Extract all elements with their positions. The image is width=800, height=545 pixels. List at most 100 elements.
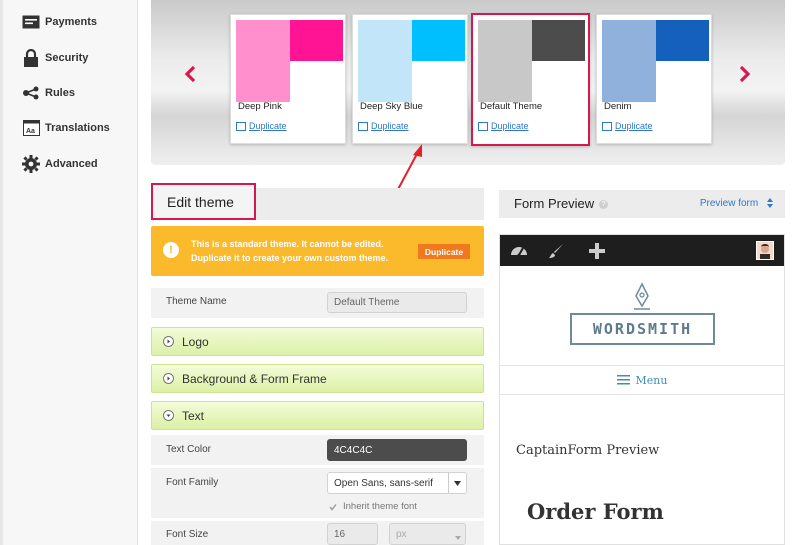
form-title: Order Form [527, 499, 664, 524]
standard-theme-notice: ! This is a standard theme. It cannot be… [151, 226, 484, 276]
duplicate-icon [478, 121, 488, 131]
notice-duplicate-button[interactable]: Duplicate [418, 244, 470, 259]
wp-admin-bar [500, 235, 784, 266]
fountain-pen-icon [634, 282, 650, 310]
section-logo-label: Logo [182, 334, 209, 349]
sidebar-item-label: Rules [45, 87, 75, 99]
chevron-down-icon [448, 473, 466, 493]
theme-name-field[interactable]: Default Theme [327, 292, 467, 313]
brush-icon[interactable] [548, 243, 564, 259]
rules-icon [22, 84, 40, 102]
theme-card-deep-sky-blue[interactable]: Deep Sky Blue Duplicate [352, 14, 468, 144]
section-background[interactable]: Background & Form Frame [151, 364, 484, 393]
theme-swatch [236, 20, 343, 102]
theme-name: Deep Sky Blue [360, 101, 423, 112]
font-size-label: Font Size [166, 529, 209, 540]
hamburger-icon [616, 375, 630, 385]
help-icon[interactable]: ? [599, 200, 609, 210]
duplicate-link[interactable]: Duplicate [602, 121, 653, 131]
sidebar-item-label: Advanced [45, 158, 98, 170]
menu-toggle[interactable]: Menu [500, 365, 784, 395]
svg-text:Aa: Aa [26, 128, 35, 135]
font-family-label: Font Family [166, 477, 219, 488]
preview-form-label: Preview form [699, 198, 759, 209]
duplicate-icon [358, 121, 368, 131]
menu-label: Menu [635, 373, 668, 387]
sidebar-edge [0, 0, 3, 545]
sidebar-item-translations[interactable]: Aa Translations [22, 118, 110, 138]
notice-line-2: Duplicate it to create your own custom t… [191, 253, 389, 263]
duplicate-link[interactable]: Duplicate [358, 121, 409, 131]
sidebar-item-label: Translations [45, 122, 110, 134]
theme-name-row: Theme Name Default Theme [151, 288, 484, 318]
text-color-label: Text Color [166, 444, 212, 455]
plus-icon[interactable] [588, 242, 606, 260]
payments-icon [22, 13, 40, 31]
site-logo: WORDSMITH [570, 313, 715, 345]
duplicate-link[interactable]: Duplicate [236, 121, 287, 131]
duplicate-label: Duplicate [491, 121, 529, 131]
duplicate-icon [602, 121, 612, 131]
font-size-unit-value: px [396, 528, 407, 540]
theme-name: Default Theme [480, 101, 543, 112]
page-root: Payments Security Rules Aa Translations … [0, 0, 800, 545]
check-icon [329, 503, 337, 511]
sidebar: Payments Security Rules Aa Translations … [0, 0, 138, 545]
expand-icon [163, 336, 174, 347]
duplicate-label: Duplicate [615, 121, 653, 131]
duplicate-label: Duplicate [249, 121, 287, 131]
preview-caption: CaptainForm Preview [516, 443, 660, 458]
section-logo[interactable]: Logo [151, 327, 484, 356]
font-family-select[interactable]: Open Sans, sans-serif [327, 472, 467, 494]
expand-icon [163, 373, 174, 384]
text-color-field[interactable]: 4C4C4C [327, 439, 467, 461]
font-size-field[interactable]: 16 [327, 523, 378, 545]
sidebar-item-label: Payments [45, 16, 97, 28]
duplicate-link[interactable]: Duplicate [478, 121, 529, 131]
sidebar-item-payments[interactable]: Payments [22, 12, 97, 32]
theme-card-deep-pink[interactable]: Deep Pink Duplicate [230, 14, 346, 144]
section-text[interactable]: Text [151, 401, 484, 430]
lock-icon [22, 49, 40, 67]
theme-card-default-theme[interactable]: Default Theme Duplicate [471, 13, 590, 146]
duplicate-label: Duplicate [371, 121, 409, 131]
edit-theme-title: Edit theme [151, 183, 256, 220]
font-size-row: Font Size 16 px [151, 521, 484, 545]
info-icon: ! [163, 242, 179, 258]
sort-arrows-icon [767, 198, 773, 209]
theme-name: Denim [604, 101, 632, 112]
collapse-icon [163, 410, 174, 421]
theme-name: Deep Pink [238, 101, 282, 112]
theme-card-denim[interactable]: Denim Duplicate [596, 14, 712, 144]
form-preview-frame: WORDSMITH Menu CaptainForm Preview Order… [499, 234, 785, 545]
sidebar-item-label: Security [45, 52, 89, 64]
sidebar-item-rules[interactable]: Rules [22, 83, 75, 103]
sidebar-item-security[interactable]: Security [22, 48, 88, 68]
inherit-theme-font-checkbox[interactable]: Inherit theme font [329, 501, 417, 512]
notice-text: This is a standard theme. It cannot be e… [191, 237, 421, 265]
theme-swatch [478, 20, 585, 102]
gear-icon [22, 155, 40, 173]
theme-swatch [602, 20, 709, 102]
form-preview-title-text: Form Preview [514, 196, 595, 211]
font-size-unit-select[interactable]: px [389, 523, 466, 545]
avatar[interactable] [756, 241, 774, 260]
theme-carousel: Deep Pink Duplicate Deep Sky Blue Duplic… [151, 0, 785, 165]
form-preview-header: Form Preview? Preview form [499, 190, 785, 218]
chevron-down-icon [455, 532, 461, 543]
font-family-value: Open Sans, sans-serif [334, 477, 433, 489]
theme-name-label: Theme Name [166, 296, 227, 307]
sidebar-item-advanced[interactable]: Advanced [22, 154, 98, 174]
section-text-label: Text [182, 408, 205, 423]
form-preview-title: Form Preview? [514, 196, 609, 211]
dashboard-icon[interactable] [510, 242, 528, 258]
chevron-left-icon[interactable] [180, 62, 200, 86]
duplicate-icon [236, 121, 246, 131]
font-family-row: Font Family Open Sans, sans-serif Inheri… [151, 468, 484, 518]
inherit-label: Inherit theme font [343, 501, 417, 512]
preview-form-select[interactable]: Preview form [700, 198, 773, 209]
chevron-right-icon[interactable] [735, 62, 755, 86]
text-color-row: Text Color 4C4C4C [151, 435, 484, 465]
theme-swatch [358, 20, 465, 102]
translations-icon: Aa [22, 119, 40, 137]
